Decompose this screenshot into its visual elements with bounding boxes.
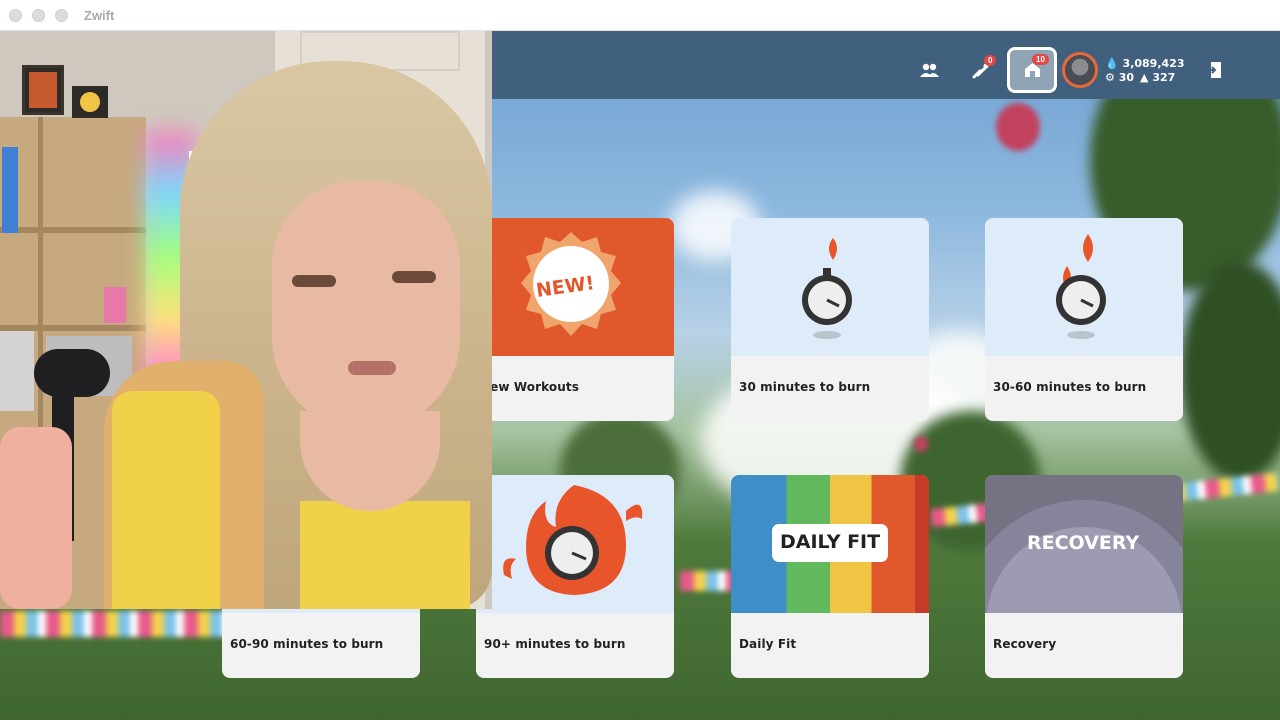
level-value: 30 (1118, 71, 1135, 84)
close-window-button[interactable] (9, 9, 22, 22)
tile-label: 30 minutes to burn (739, 380, 871, 394)
tile-30-minutes[interactable]: 30 minutes to burn (731, 218, 929, 421)
recovery-art-text: RECOVERY (1027, 532, 1140, 554)
level-stat: ⚙ 30 (1105, 71, 1134, 84)
drops-stat: 💧 3,089,423 (1105, 57, 1184, 70)
tile-daily-fit[interactable]: DAILY FIT Daily Fit (731, 475, 929, 678)
home-button[interactable] (1007, 47, 1057, 93)
maximize-window-button[interactable] (55, 9, 68, 22)
tile-label: 90+ minutes to burn (484, 637, 626, 651)
tile-label: New Workouts (480, 380, 579, 394)
stopwatch-one-flame-icon (731, 218, 929, 356)
daily-fit-logo-text: DAILY FIT (780, 531, 881, 553)
tile-30-60-minutes[interactable]: 30-60 minutes to burn (985, 218, 1183, 421)
distance-icon: ▲ (1140, 71, 1149, 84)
exit-icon[interactable] (1207, 61, 1223, 83)
stopwatch-two-flames-icon (985, 218, 1183, 356)
avatar[interactable] (1062, 52, 1098, 88)
daily-fit-art: DAILY FIT (731, 475, 929, 613)
distance-value: 327 (1152, 71, 1176, 84)
window-titlebar: Zwift (0, 0, 1280, 31)
window-title: Zwift (84, 8, 115, 23)
distance-stat: ▲ 327 (1140, 71, 1175, 84)
friends-icon[interactable] (920, 62, 940, 82)
tile-label: Recovery (993, 637, 1057, 651)
new-workouts-art: NEW! (476, 218, 674, 356)
drops-value: 3,089,423 (1122, 57, 1185, 70)
tile-label: Daily Fit (739, 637, 797, 651)
tile-90-plus-minutes[interactable]: 90+ minutes to burn (476, 475, 674, 678)
home-badge: 10 (1032, 54, 1049, 65)
tile-label: 30-60 minutes to burn (993, 380, 1147, 394)
minimize-window-button[interactable] (32, 9, 45, 22)
recovery-art: RECOVERY (985, 475, 1183, 613)
level-icon: ⚙ (1105, 71, 1115, 84)
tile-recovery[interactable]: RECOVERY Recovery (985, 475, 1183, 678)
tile-label: 60-90 minutes to burn (230, 637, 384, 651)
stopwatch-fireball-icon (476, 475, 674, 613)
webcam-overlay (0, 31, 492, 609)
drops-icon: 💧 (1105, 57, 1119, 70)
tile-new-workouts[interactable]: NEW! New Workouts (476, 218, 674, 421)
home-icon (1024, 62, 1041, 83)
